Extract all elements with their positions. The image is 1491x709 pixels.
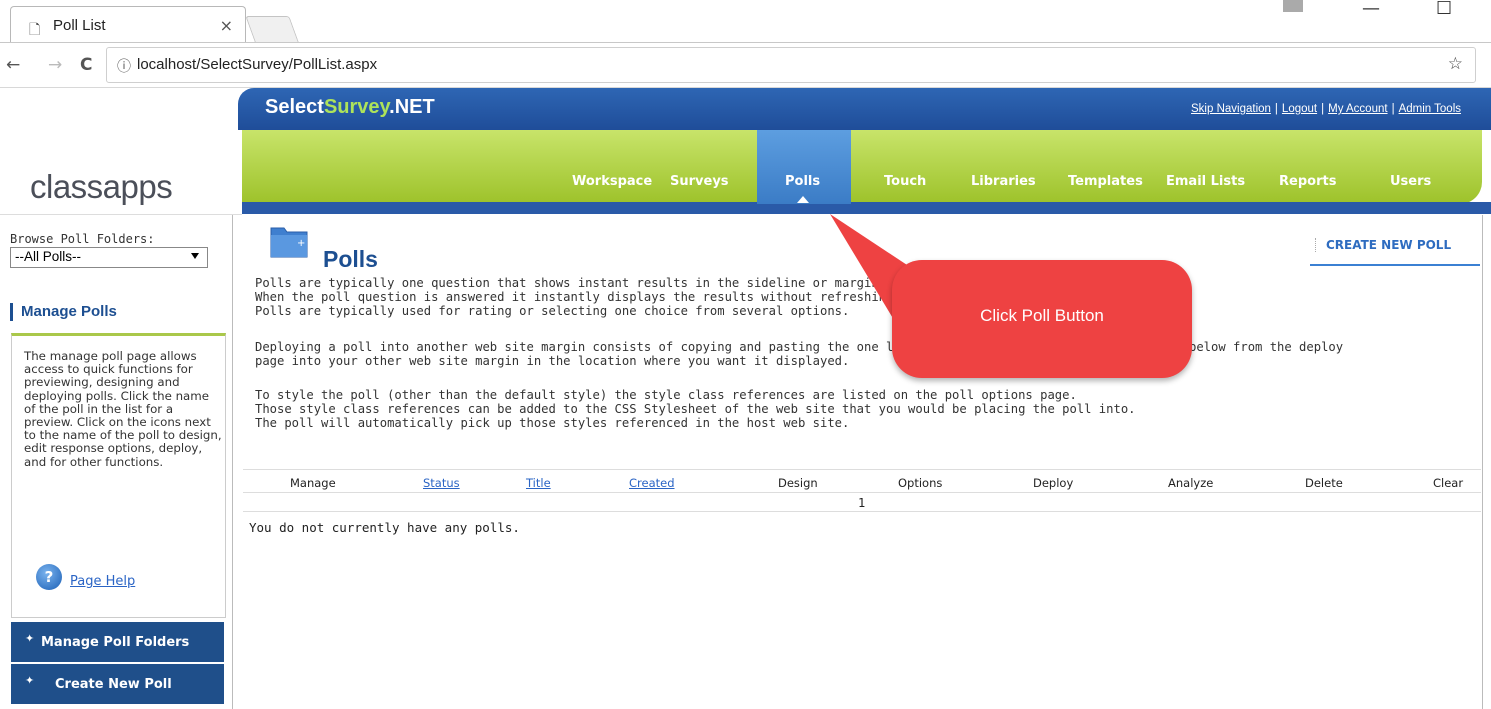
minimize-icon[interactable]: — bbox=[1362, 0, 1380, 19]
profile-icon[interactable] bbox=[1283, 0, 1303, 12]
poll-folder-select[interactable]: --All Polls-- bbox=[10, 247, 208, 268]
new-tab-button[interactable] bbox=[245, 16, 299, 42]
callout-text: Click Poll Button bbox=[980, 306, 1104, 325]
column-manage: Manage bbox=[290, 476, 336, 490]
logo-text: classapps bbox=[30, 168, 173, 205]
manage-poll-folders-button[interactable]: ✦ Manage Poll Folders bbox=[11, 622, 224, 662]
nav-libraries[interactable]: Libraries bbox=[971, 174, 1036, 189]
nav-underline-strip bbox=[242, 202, 1491, 214]
folder-icon: + bbox=[270, 227, 308, 258]
brand-title: SelectSurvey.NET bbox=[265, 96, 435, 118]
browser-tab[interactable]: 🗋 Poll List × bbox=[10, 6, 246, 42]
skip-navigation-link[interactable]: Skip Navigation bbox=[1191, 103, 1271, 115]
nav-selected-caret-icon bbox=[797, 196, 809, 203]
nav-reports[interactable]: Reports bbox=[1279, 174, 1336, 189]
create-new-poll-sidebar-button[interactable]: ✦ Create New Poll bbox=[11, 664, 224, 704]
admin-tools-link[interactable]: Admin Tools bbox=[1399, 103, 1461, 115]
intro-line: When the poll question is answered it in… bbox=[255, 290, 923, 304]
reload-icon[interactable]: C bbox=[80, 55, 92, 75]
svg-text:+: + bbox=[297, 238, 305, 249]
help-question-icon[interactable]: ? bbox=[36, 564, 62, 590]
column-options: Options bbox=[898, 476, 943, 490]
column-delete: Delete bbox=[1305, 476, 1343, 490]
browser-tab-bar: 🗋 Poll List × — ☐ bbox=[0, 0, 1491, 42]
info-icon[interactable]: ⓘ bbox=[117, 56, 131, 76]
url-text[interactable]: localhost/SelectSurvey/PollList.aspx bbox=[137, 56, 377, 73]
nav-surveys[interactable]: Surveys bbox=[670, 174, 729, 189]
plus-icon: ✦ bbox=[25, 632, 35, 645]
logout-link[interactable]: Logout bbox=[1282, 103, 1317, 115]
nav-email-lists[interactable]: Email Lists bbox=[1166, 174, 1245, 189]
poll-folder-value: --All Polls-- bbox=[15, 249, 81, 264]
logo-area: classapps bbox=[0, 88, 242, 258]
nav-templates[interactable]: Templates bbox=[1068, 174, 1143, 189]
document-icon: 🗋 bbox=[29, 22, 41, 38]
bookmark-star-icon[interactable]: ☆ bbox=[1448, 54, 1463, 74]
column-analyze: Analyze bbox=[1168, 476, 1214, 490]
tab-close-icon[interactable]: × bbox=[220, 16, 233, 35]
column-status[interactable]: Status bbox=[423, 476, 460, 490]
forward-arrow-icon[interactable]: → bbox=[48, 55, 62, 75]
intro-line: page into your other web site margin in … bbox=[255, 354, 850, 368]
column-created[interactable]: Created bbox=[629, 476, 675, 490]
help-text: The manage poll page allows access to qu… bbox=[24, 349, 222, 469]
page-help-link[interactable]: Page Help bbox=[70, 574, 135, 589]
manage-polls-heading: Manage Polls bbox=[10, 303, 117, 321]
intro-line: To style the poll (other than the defaul… bbox=[255, 388, 1077, 402]
help-box: The manage poll page allows access to qu… bbox=[11, 333, 226, 618]
tab-title: Poll List bbox=[53, 17, 106, 34]
back-arrow-icon[interactable]: ← bbox=[6, 55, 20, 75]
nav-selected-highlight bbox=[757, 130, 851, 204]
browse-folders-label: Browse Poll Folders: bbox=[10, 232, 155, 246]
top-links: Skip Navigation | Logout | My Account | Admin … bbox=[1191, 103, 1461, 115]
page-title: Polls bbox=[323, 246, 378, 272]
intro-line-tail: below from the deploy bbox=[1189, 340, 1344, 354]
create-new-poll-button[interactable]: CREATE NEW POLL bbox=[1315, 238, 1451, 252]
column-deploy: Deploy bbox=[1033, 476, 1074, 490]
nav-workspace[interactable]: Workspace bbox=[572, 174, 652, 189]
nav-users[interactable]: Users bbox=[1390, 174, 1431, 189]
column-clear: Clear bbox=[1433, 476, 1464, 490]
table-divider bbox=[243, 511, 1481, 512]
plus-icon: ✦ bbox=[25, 674, 35, 687]
intro-line: Those style class references can be adde… bbox=[255, 402, 1136, 416]
nav-polls[interactable]: Polls bbox=[785, 174, 820, 189]
my-account-link[interactable]: My Account bbox=[1328, 103, 1387, 115]
create-new-underline bbox=[1310, 264, 1480, 266]
column-title[interactable]: Title bbox=[526, 476, 551, 490]
intro-line: Deploying a poll into another web site m… bbox=[255, 340, 916, 354]
dropdown-arrow-icon[interactable] bbox=[191, 253, 199, 259]
empty-message: You do not currently have any polls. bbox=[249, 520, 520, 535]
browser-toolbar: ← → C ⓘ localhost/SelectSurvey/PollList.… bbox=[0, 42, 1491, 88]
address-bar[interactable]: ⓘ localhost/SelectSurvey/PollList.aspx ☆ bbox=[106, 47, 1476, 83]
nav-touch[interactable]: Touch bbox=[884, 174, 926, 189]
intro-line: Polls are typically one question that sh… bbox=[255, 276, 931, 290]
maximize-icon[interactable]: ☐ bbox=[1436, 0, 1452, 19]
intro-line: The poll will automatically pick up thos… bbox=[255, 416, 850, 430]
column-design: Design bbox=[778, 476, 818, 490]
intro-line: Polls are typically used for rating or s… bbox=[255, 304, 850, 318]
main-nav-bar bbox=[242, 130, 1482, 204]
page-number-link[interactable]: 1 bbox=[858, 496, 865, 510]
